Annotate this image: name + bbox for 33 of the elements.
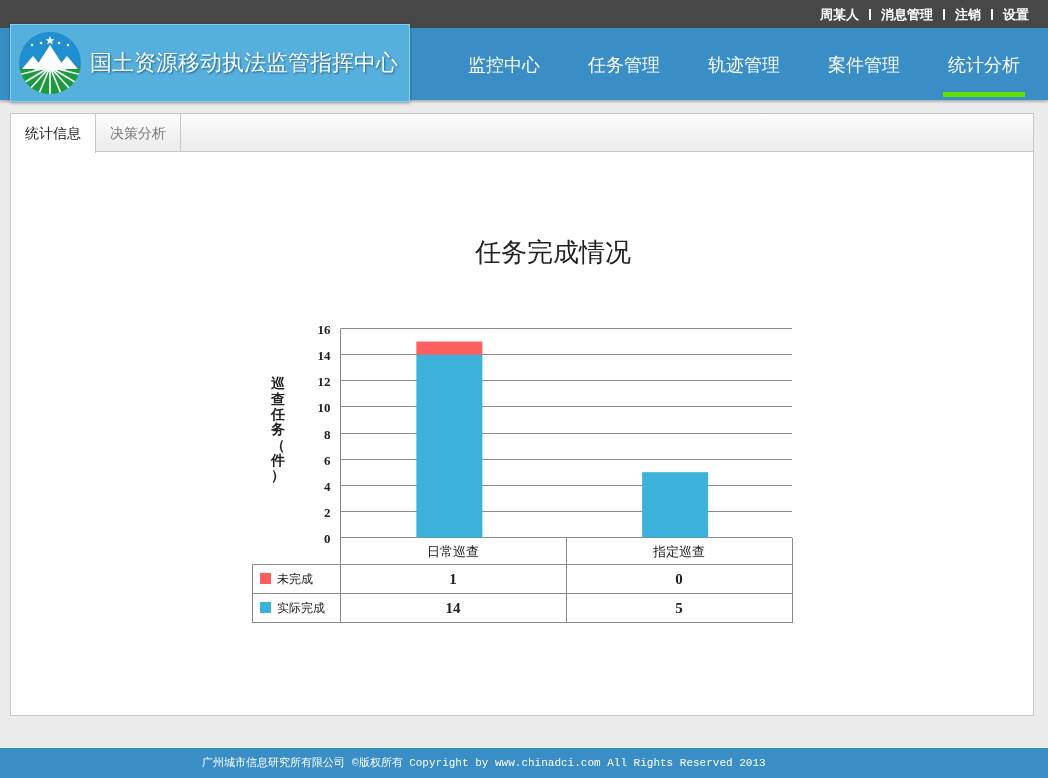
tick-label: 8 (323, 426, 330, 442)
top-link[interactable]: 周某人 (820, 7, 859, 21)
nav-tab[interactable]: 轨迹管理 (684, 28, 804, 100)
nav-tab[interactable]: 统计分析 (924, 28, 1044, 100)
tick-label: 12 (317, 374, 330, 390)
panel-tab[interactable]: 决策分析 (96, 114, 181, 152)
legend-label: 实际完成 (276, 599, 325, 617)
tick-label: 16 (317, 322, 330, 337)
tick-label: 0 (323, 531, 330, 546)
table-cell: 5 (675, 599, 683, 616)
tick-label: 14 (317, 348, 330, 364)
table-cell: 14 (445, 599, 461, 616)
table-cell: 0 (675, 570, 683, 587)
panel-tab[interactable]: 统计信息 (11, 114, 96, 153)
footer-text: 广州城市信息研究所有限公司 ©版权所有 Copyright by www.chinadci.com All Rights Reserved 2013 (202, 755, 766, 771)
nav-tab[interactable]: 任务管理 (564, 28, 684, 100)
mountain-logo-icon (19, 32, 81, 94)
tick-label: 2 (323, 504, 330, 520)
top-link[interactable]: 设置 (1003, 7, 1029, 21)
nav-tab[interactable]: 监控中心 (444, 28, 564, 100)
nav-tab[interactable]: 案件管理 (804, 28, 924, 100)
category-label: 日常巡查 (427, 543, 479, 559)
legend-label: 未完成 (276, 570, 313, 588)
tick-label: 6 (323, 452, 330, 468)
app-title: 国土资源移动执法监管指挥中心 (90, 52, 398, 74)
axis-label: 巡查任务（件） (270, 376, 285, 484)
top-link[interactable]: 注销 (955, 7, 981, 21)
chart-title: 任务完成情况 (474, 237, 631, 267)
tick-label: 4 (323, 478, 330, 494)
category-label: 指定巡查 (653, 543, 705, 559)
table-cell: 1 (449, 570, 457, 587)
tick-label: 10 (317, 400, 330, 416)
top-link[interactable]: 消息管理 (881, 7, 933, 21)
